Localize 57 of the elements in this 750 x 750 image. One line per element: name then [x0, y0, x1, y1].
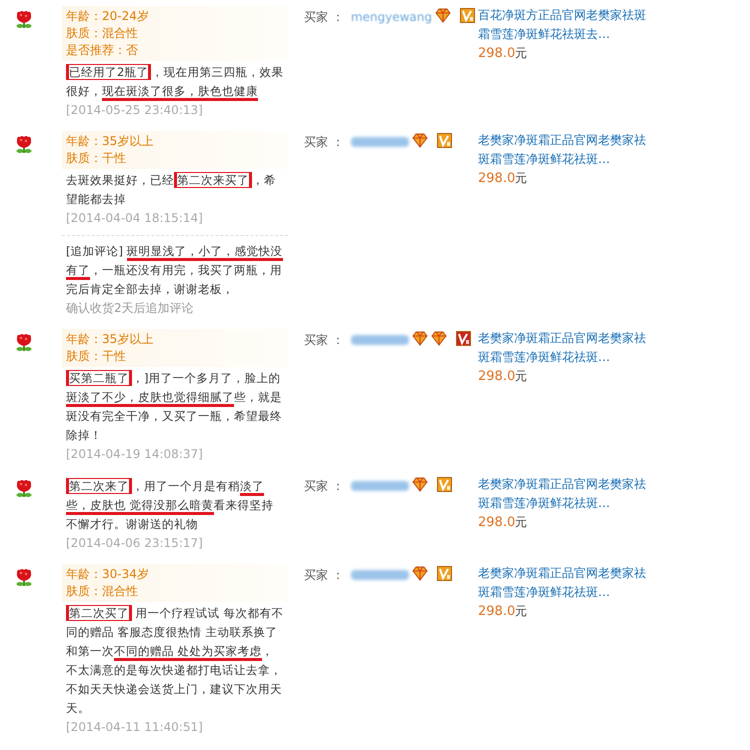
followup-note: 确认收货2天后追加评论	[65, 300, 195, 317]
buyer-label: 买家 ：	[304, 478, 344, 495]
review-tag: 肤质：干性	[66, 150, 126, 167]
review-tag: 年龄：35岁以上	[66, 331, 154, 348]
blurred-name	[350, 481, 409, 491]
review-tag: 年龄：20-24岁	[66, 8, 149, 25]
product-link[interactable]: 老樊家净斑霜正品官网老樊家祛斑霜雪莲净斑鲜花祛斑…	[478, 131, 653, 169]
diamond-icon	[430, 331, 447, 346]
followup-text: [追加评论] 斑明显浅了，小了，感觉快没有了，一瓶还没有用完，我买了两瓶，用完后肯定全部去掉，谢谢老板，	[65, 243, 284, 298]
product-price: 298.0	[478, 46, 516, 61]
flower-icon	[16, 10, 32, 30]
buyer-name: mengyewang	[350, 9, 432, 26]
review-date: [2014-04-04 18:15:14]	[65, 210, 204, 227]
buyer-label: 买家 ：	[304, 332, 344, 349]
product-price: 298.0	[478, 171, 516, 186]
price-unit: 元	[515, 515, 528, 529]
review-tag: 肤质：混合性	[66, 25, 138, 42]
review-text: 已经用了2瓶了 ，现在用第三四瓶，效果很好，现在斑淡了很多，肤色也健康	[62, 61, 288, 101]
diamond-icon	[412, 566, 428, 581]
buyer-label: 买家 ：	[304, 134, 344, 151]
diamond-icon	[412, 331, 428, 346]
product-price: 298.0	[478, 604, 516, 619]
product-price: 298.0	[478, 369, 516, 384]
review-tag: 年龄：30-34岁	[66, 566, 149, 583]
product-link[interactable]: 老樊家净斑霜正品官网老樊家祛斑霜雪莲净斑鲜花祛斑…	[478, 329, 653, 367]
review-date: [2014-04-11 11:40:51]	[65, 719, 204, 736]
review-tag: 是否推荐：否	[66, 42, 138, 59]
blurred-name	[350, 137, 409, 147]
product-link[interactable]: 老樊家净斑霜正品官网老樊家祛斑霜雪莲净斑鲜花祛斑…	[478, 564, 653, 602]
flower-icon	[16, 333, 32, 352]
review-text: 去斑效果挺好，已经 第二次来买了 ，希望能都去掉	[65, 171, 277, 208]
flower-icon	[16, 568, 32, 588]
product-link[interactable]: 百花净斑方正品官网老樊家祛斑霜雪莲净斑鲜花祛斑去…	[478, 6, 653, 44]
buyer-label: 买家 ：	[304, 567, 344, 584]
diamond-icon	[412, 477, 428, 492]
product-price: 298.0	[478, 515, 516, 530]
price-unit: 元	[515, 604, 528, 618]
review-text: 第二次来了 ，用了一个月是有稍淡了些，皮肤也 觉得没那么暗黄看来得坚持不懈才行。谢谢送的礼物	[65, 477, 275, 533]
buyer-label: 买家 ：	[304, 9, 344, 26]
flower-icon	[16, 479, 32, 498]
review-text: 买第二瓶了 ，]用了一个多月了，脸上的 斑淡了不少，皮肤也觉得细腻了些，就是斑没有完全干净，又买了一瓶，希望最终除掉！	[65, 369, 283, 444]
review-date: [2014-04-19 14:08:37]	[65, 446, 204, 463]
review-tag: 肤质：混合性	[66, 583, 138, 600]
product-link[interactable]: 老樊家净斑霜正品官网老樊家祛斑霜雪莲净斑鲜花祛斑…	[478, 475, 653, 513]
price-unit: 元	[515, 171, 528, 185]
flower-icon	[16, 135, 32, 154]
blurred-name	[350, 570, 409, 580]
diamond-icon	[435, 8, 451, 23]
review-date: [2014-05-25 23:40:13]	[65, 102, 204, 119]
price-unit: 元	[515, 369, 528, 383]
blurred-name	[350, 335, 409, 345]
diamond-icon	[412, 133, 428, 148]
price-unit: 元	[515, 46, 528, 60]
review-tag: 肤质：干性	[66, 348, 126, 365]
review-date: [2014-04-06 23:15:17]	[65, 535, 204, 552]
review-text: 第二次买了 用一个疗程试试 每次都有不同的赠品 客服态度很热情 主动联系换了和第一次不同的赠品 处处为买家考虑，不太满意的是每次快递都打电话让去拿，不如天天快递会送货上门，建议下次用天天。	[65, 604, 284, 717]
review-tag: 年龄：35岁以上	[66, 133, 154, 150]
